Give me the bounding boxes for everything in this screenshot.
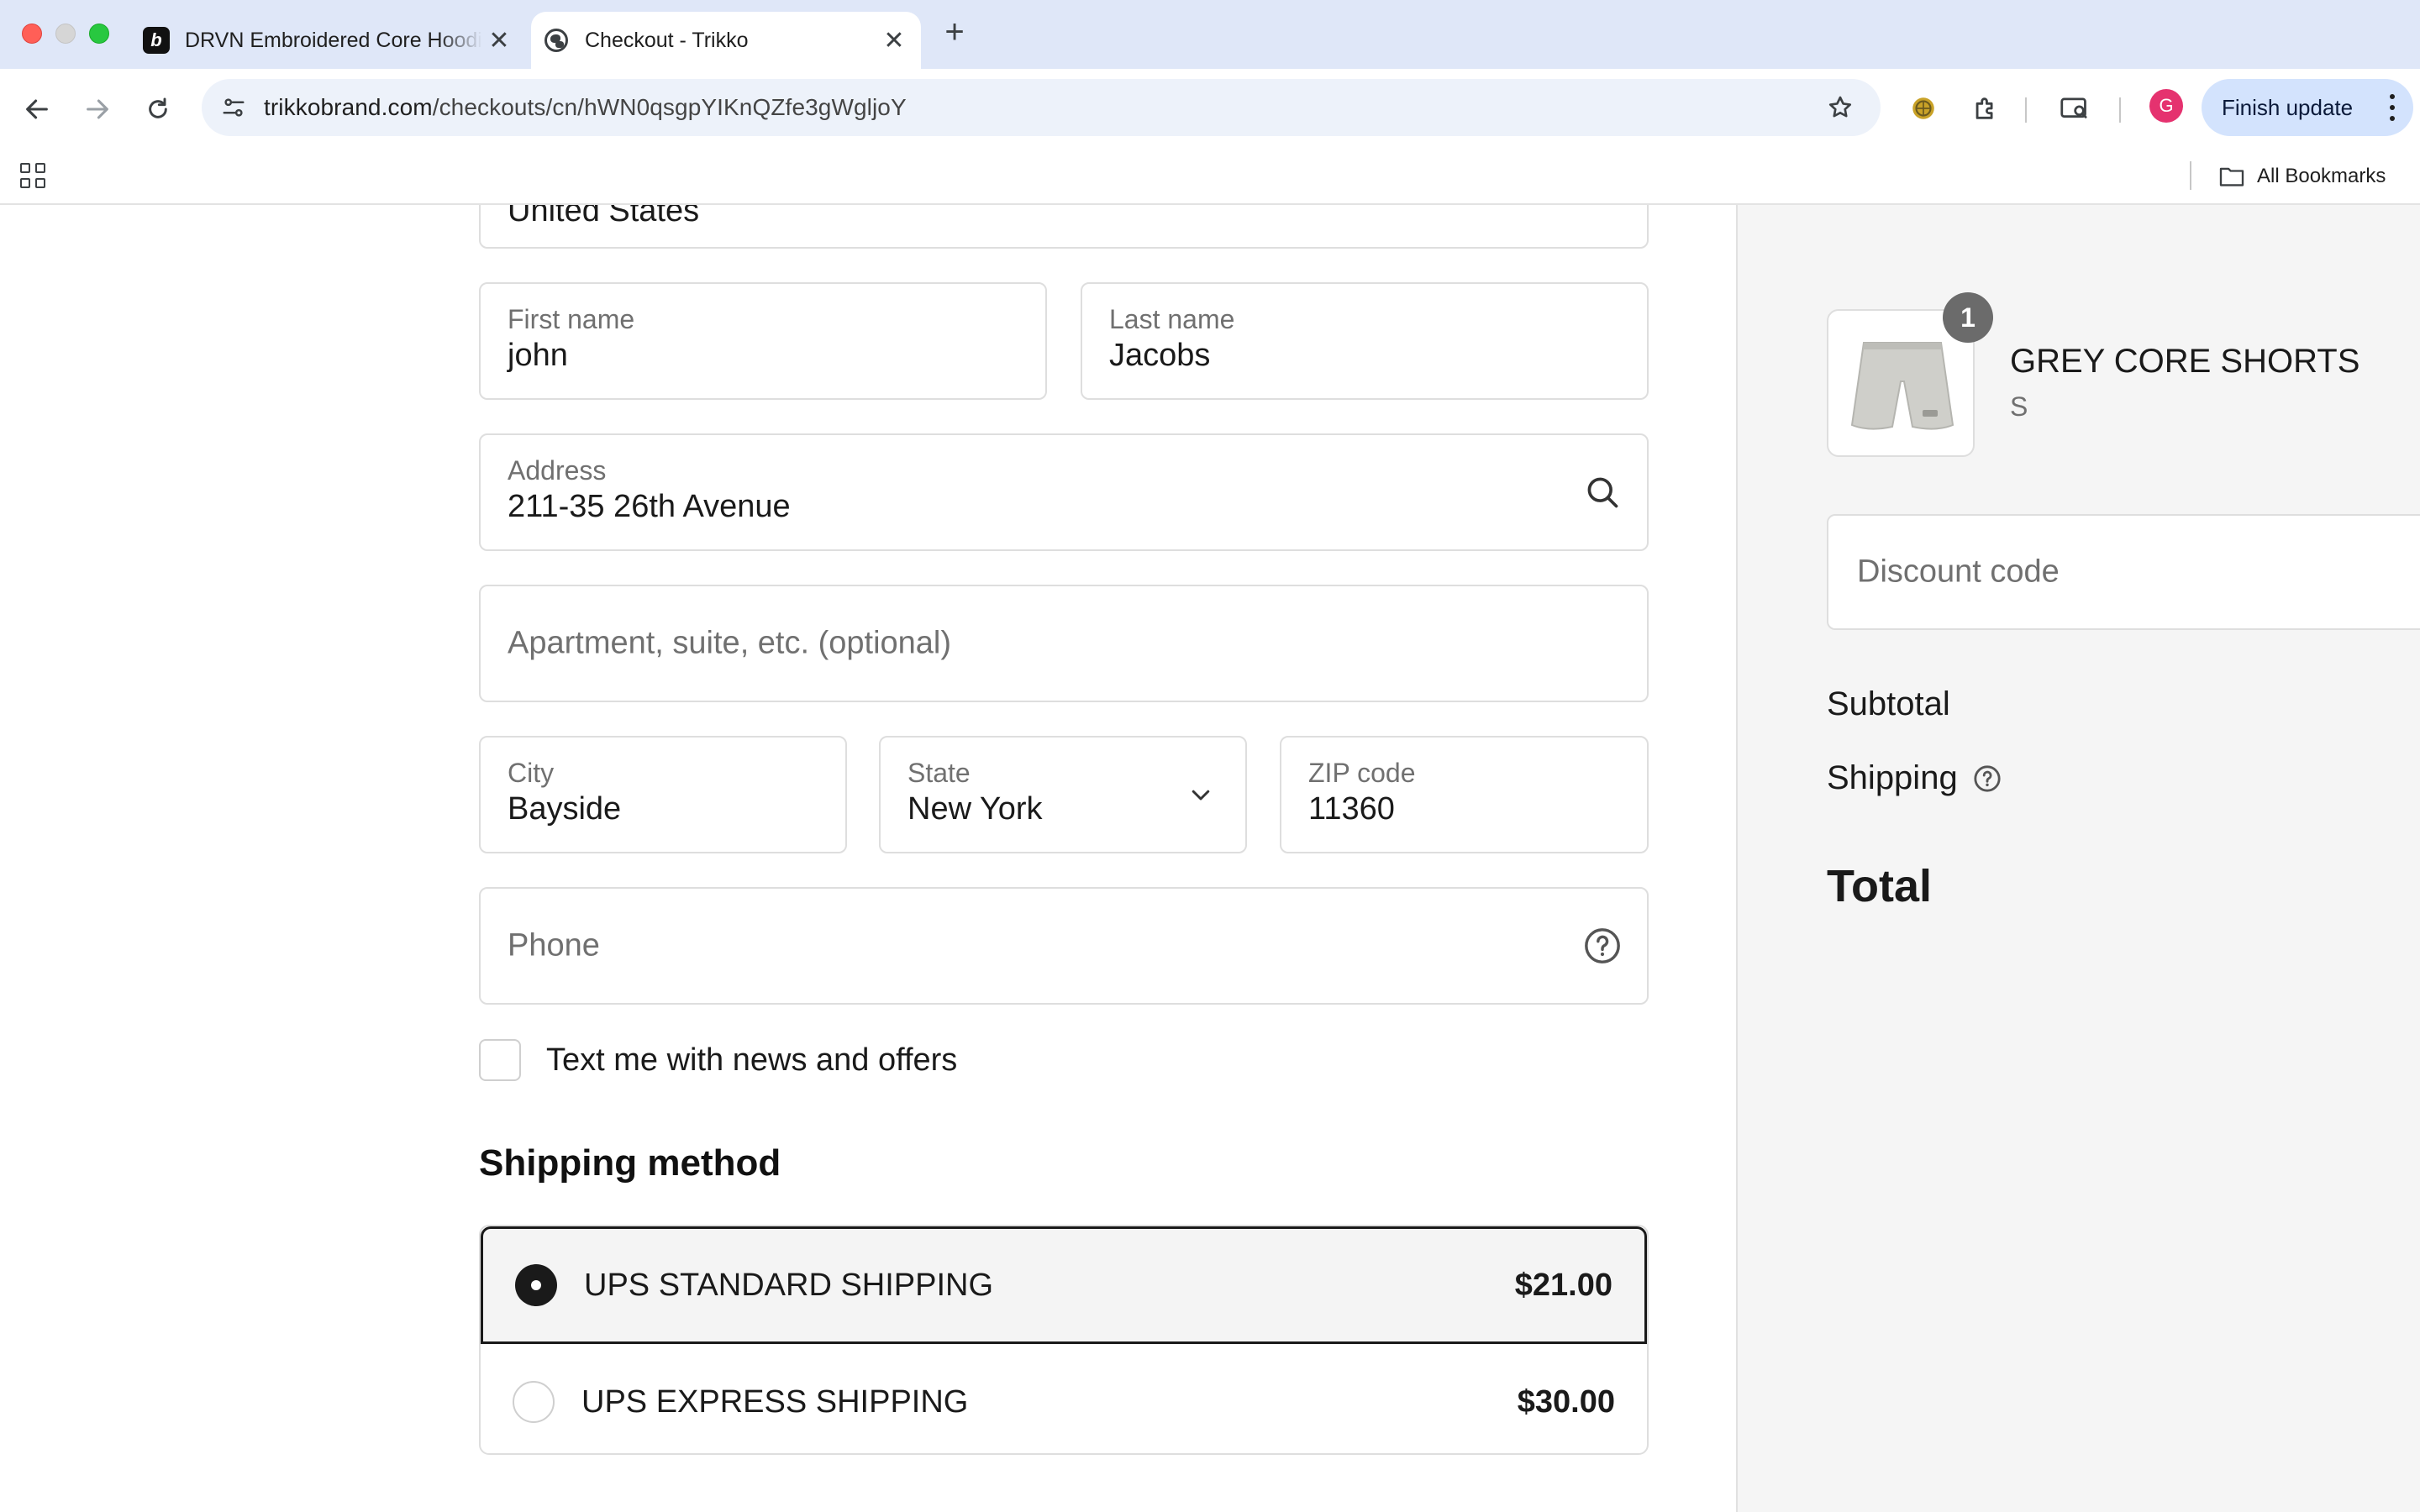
city-label: City — [508, 758, 555, 788]
country-value: United States — [508, 205, 700, 228]
sms-opt-in-checkbox[interactable] — [479, 1039, 521, 1081]
last-name-value: Jacobs — [1109, 338, 1211, 373]
radio-selected[interactable] — [515, 1264, 557, 1306]
more-menu-icon[interactable] — [2390, 94, 2395, 121]
folder-icon — [2219, 167, 2244, 186]
browser-tab-strip: b DRVN Embroidered Core Hoodie ✕ Checkou… — [0, 0, 2420, 69]
first-name-field[interactable]: First name john — [479, 282, 1047, 400]
address-value: 211-35 26th Avenue — [508, 489, 791, 524]
phone-placeholder: Phone — [508, 927, 600, 963]
state-value: New York — [908, 791, 1043, 827]
shipping-option-price: $30.00 — [1517, 1383, 1615, 1420]
arrow-right-icon — [87, 99, 108, 119]
all-bookmarks-button[interactable]: All Bookmarks — [2218, 160, 2386, 193]
bookmarks-bar: All Bookmarks — [0, 148, 2420, 205]
apps-grid-icon[interactable] — [20, 163, 47, 190]
close-tab-icon[interactable]: ✕ — [482, 24, 516, 57]
all-bookmarks-label: All Bookmarks — [2257, 165, 2386, 187]
zip-code-field[interactable]: ZIP code 11360 — [1280, 736, 1649, 853]
tab-title: Checkout - Trikko — [585, 28, 749, 52]
bookmark-star-icon[interactable] — [1823, 91, 1857, 124]
phone-field[interactable]: Phone — [479, 887, 1649, 1005]
close-tab-icon[interactable]: ✕ — [877, 24, 911, 57]
finish-update-button[interactable]: Finish update — [2202, 79, 2413, 136]
discount-code-placeholder: Discount code — [1857, 554, 2060, 590]
address-label: Address — [508, 455, 607, 486]
sms-opt-in-row[interactable]: Text me with news and offers — [479, 1039, 957, 1081]
shipping-method-title: Shipping method — [479, 1142, 781, 1184]
new-tab-button[interactable]: + — [936, 13, 973, 50]
shipping-option-price: $21.00 — [1514, 1267, 1612, 1303]
forward-button[interactable] — [77, 89, 118, 129]
shipping-method-options: UPS STANDARD SHIPPING $21.00 UPS EXPRESS… — [479, 1225, 1649, 1455]
minimize-window-button[interactable] — [55, 24, 76, 44]
city-field[interactable]: City Bayside — [479, 736, 847, 853]
site-settings-icon[interactable] — [217, 91, 250, 124]
tab-checkout-trikko[interactable]: Checkout - Trikko ✕ — [531, 12, 921, 69]
help-circle-icon[interactable] — [1583, 927, 1622, 965]
total-label: Total — [1827, 860, 1932, 912]
total-text: Total — [1827, 861, 1932, 911]
chevron-down-icon — [1181, 775, 1220, 814]
product-variant: S — [2010, 391, 2028, 422]
state-select[interactable]: State New York — [879, 736, 1247, 853]
city-value: Bayside — [508, 791, 622, 827]
url-path: /checkouts/cn/hWN0qsgpYIKnQZfe3gWgljoY — [432, 94, 907, 120]
arrow-left-icon — [26, 99, 48, 119]
product-name: GREY CORE SHORTS — [2010, 343, 2360, 380]
shipping-summary-label: Shipping — [1827, 759, 2002, 797]
country-select[interactable]: United States — [479, 205, 1649, 249]
browser-toolbar: trikkobrand.com/checkouts/cn/hWN0qsgpYIK… — [0, 69, 2420, 148]
shipping-option-name: UPS STANDARD SHIPPING — [584, 1267, 994, 1303]
apartment-placeholder: Apartment, suite, etc. (optional) — [508, 625, 952, 661]
tab-title: DRVN Embroidered Core Hoodie — [185, 28, 482, 52]
last-name-field[interactable]: Last name Jacobs — [1081, 282, 1649, 400]
address-field[interactable]: Address 211-35 26th Avenue — [479, 433, 1649, 551]
apartment-field[interactable]: Apartment, suite, etc. (optional) — [479, 585, 1649, 702]
back-button[interactable] — [17, 89, 57, 129]
shipping-option-standard[interactable]: UPS STANDARD SHIPPING $21.00 — [481, 1226, 1647, 1344]
toolbar-divider — [2025, 97, 2027, 123]
b-logo-icon: b — [143, 27, 170, 54]
shipping-option-express[interactable]: UPS EXPRESS SHIPPING $30.00 — [481, 1344, 1647, 1453]
globe-icon — [543, 27, 570, 54]
zip-code-label: ZIP code — [1308, 758, 1416, 788]
sms-opt-in-label: Text me with news and offers — [546, 1042, 958, 1078]
finish-update-label: Finish update — [2222, 94, 2354, 120]
url-text: trikkobrand.com/checkouts/cn/hWN0qsgpYIK… — [264, 94, 907, 121]
reload-button[interactable] — [138, 89, 178, 129]
reload-icon — [149, 97, 167, 118]
first-name-value: john — [508, 338, 568, 373]
state-label: State — [908, 758, 971, 788]
maximize-window-button[interactable] — [89, 24, 109, 44]
address-bar[interactable]: trikkobrand.com/checkouts/cn/hWN0qsgpYIK… — [202, 79, 1881, 136]
extension-icon[interactable] — [1904, 89, 1943, 128]
help-circle-icon[interactable] — [1973, 764, 2002, 793]
bookmarks-divider — [2190, 161, 2191, 190]
profile-avatar[interactable]: G — [2149, 89, 2183, 123]
checkout-page: United States First name john Last name … — [0, 205, 2420, 1512]
toolbar-divider — [2119, 97, 2121, 123]
extensions-puzzle-icon[interactable] — [1966, 89, 2005, 128]
discount-code-field[interactable]: Discount code — [1827, 514, 2420, 630]
first-name-label: First name — [508, 304, 635, 334]
tab-search-icon[interactable] — [2055, 89, 2094, 128]
last-name-label: Last name — [1109, 304, 1235, 334]
subtotal-text: Subtotal — [1827, 685, 1950, 722]
zip-code-value: 11360 — [1308, 791, 1395, 827]
tab-drvn-hoodie[interactable]: b DRVN Embroidered Core Hoodie ✕ — [131, 12, 526, 69]
radio-unselected[interactable] — [513, 1381, 555, 1423]
subtotal-label: Subtotal — [1827, 685, 1950, 723]
close-window-button[interactable] — [22, 24, 42, 44]
url-host: trikkobrand.com — [264, 94, 433, 120]
search-icon — [1583, 473, 1622, 512]
shipping-option-name: UPS EXPRESS SHIPPING — [581, 1383, 969, 1420]
shipping-summary-text: Shipping — [1827, 759, 1958, 796]
quantity-badge: 1 — [1943, 292, 1993, 343]
